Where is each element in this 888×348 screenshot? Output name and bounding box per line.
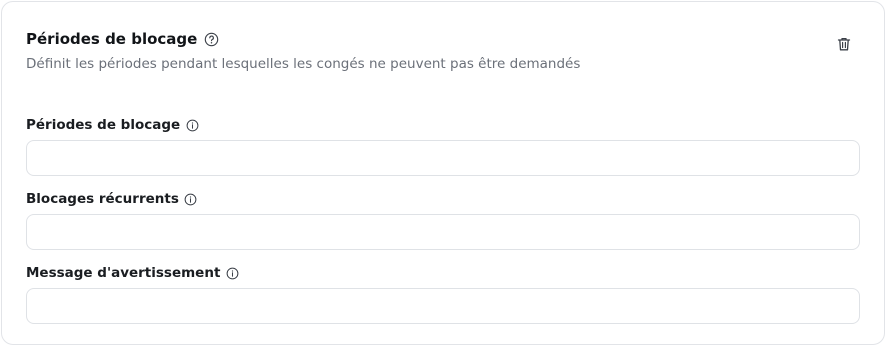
- field-label: Périodes de blocage: [26, 117, 181, 133]
- trash-icon: [836, 36, 852, 56]
- field-blocking-periods: Périodes de blocage: [26, 116, 860, 176]
- field-label: Message d'avertissement: [26, 265, 221, 281]
- field-label-row: Blocages récurrents: [26, 190, 860, 208]
- blocking-periods-card: Périodes de blocage Définit les périodes…: [1, 1, 885, 345]
- info-icon[interactable]: [185, 118, 199, 132]
- field-recurring-blocks: Blocages récurrents: [26, 190, 860, 250]
- section-title: Périodes de blocage: [26, 30, 198, 48]
- warning-message-input[interactable]: [26, 288, 860, 324]
- info-icon[interactable]: [225, 266, 239, 280]
- blocking-periods-input[interactable]: [26, 140, 860, 176]
- title-row: Périodes de blocage: [26, 28, 860, 50]
- field-label-row: Périodes de blocage: [26, 116, 860, 134]
- recurring-blocks-input[interactable]: [26, 214, 860, 250]
- delete-button[interactable]: [834, 36, 854, 56]
- help-icon[interactable]: [203, 31, 219, 47]
- field-label-row: Message d'avertissement: [26, 264, 860, 282]
- section-description: Définit les périodes pendant lesquelles …: [26, 56, 581, 72]
- field-label: Blocages récurrents: [26, 191, 179, 207]
- info-icon[interactable]: [184, 192, 198, 206]
- field-warning-message: Message d'avertissement: [26, 264, 860, 324]
- card-header: Périodes de blocage Définit les périodes…: [26, 28, 860, 72]
